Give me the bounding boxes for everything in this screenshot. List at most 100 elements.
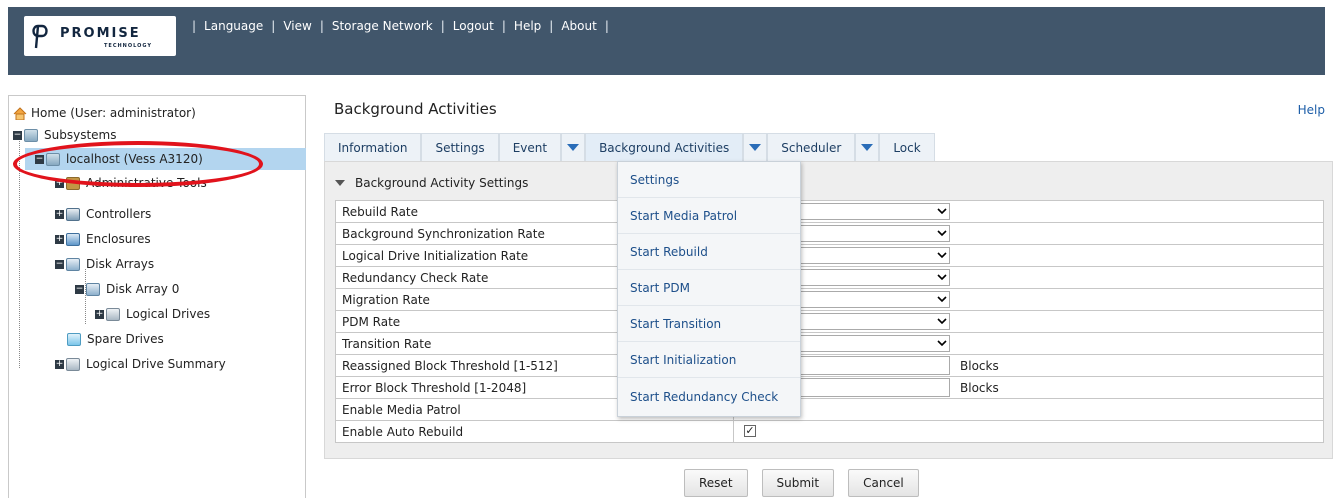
background-activities-menu: Settings Start Media Patrol Start Rebuil… — [617, 161, 801, 417]
table-row: Enable Auto Rebuild ✓ — [335, 420, 1324, 443]
menu-item-start-redundancy-check[interactable]: Start Redundancy Check — [618, 378, 800, 416]
nav-storage-network[interactable]: Storage Network — [332, 19, 433, 33]
tree-disk-arrays-label: Disk Arrays — [86, 257, 155, 271]
tree-disk-array-0[interactable]: − Disk Array 0 — [75, 278, 179, 300]
background-activities-dropdown-arrow-icon[interactable] — [743, 133, 768, 161]
subsystem-icon — [24, 128, 38, 142]
collapse-icon[interactable]: − — [13, 130, 22, 140]
menu-item-start-media-patrol[interactable]: Start Media Patrol — [618, 198, 800, 234]
settings-panel: Background Activity Settings Rebuild Rat… — [324, 161, 1333, 459]
spare-drive-icon — [67, 332, 81, 346]
collapse-triangle-icon[interactable] — [335, 180, 345, 186]
disk-array-icon — [66, 257, 80, 271]
expand-icon[interactable]: + — [55, 178, 64, 188]
expand-icon[interactable]: + — [55, 209, 64, 219]
unit-label: Blocks — [960, 359, 999, 373]
collapse-icon[interactable]: − — [55, 259, 64, 269]
tree-admin-tools[interactable]: + Administrative Tools — [55, 172, 207, 194]
tree-subsystems[interactable]: − Subsystems — [13, 124, 116, 146]
tree-controllers[interactable]: + Controllers — [55, 203, 151, 225]
nav-logout[interactable]: Logout — [453, 19, 494, 33]
promise-logo: PROMISE TECHNOLOGY — [24, 16, 176, 56]
tree-enclosures[interactable]: + Enclosures — [55, 228, 151, 250]
tree-logical-drives[interactable]: + Logical Drives — [95, 303, 210, 325]
chevron-down-icon — [937, 252, 947, 259]
main-pane: Background Activities Help Information S… — [316, 95, 1333, 498]
section-title: Background Activity Settings — [355, 176, 529, 190]
help-link[interactable]: Help — [1298, 103, 1325, 117]
chevron-down-icon — [937, 230, 947, 237]
reset-button[interactable]: Reset — [684, 469, 748, 497]
chevron-down-icon — [937, 208, 947, 215]
tree-home[interactable]: Home (User: administrator) — [13, 102, 196, 124]
tree-disk-arrays[interactable]: − Disk Arrays — [55, 253, 154, 275]
form-buttons: Reset Submit Cancel — [684, 469, 933, 497]
nav-help[interactable]: Help — [514, 19, 541, 33]
top-nav: | Language | View | Storage Network | Lo… — [192, 19, 609, 33]
logo-subtitle: TECHNOLOGY — [104, 43, 152, 49]
tab-information[interactable]: Information — [324, 133, 422, 161]
logo-name: PROMISE — [60, 26, 141, 41]
tree-logical-drive-summary[interactable]: + Logical Drive Summary — [55, 353, 226, 375]
tree-spare-drives-label: Spare Drives — [87, 332, 164, 346]
unit-label: Blocks — [960, 381, 999, 395]
menu-item-start-initialization[interactable]: Start Initialization — [618, 342, 800, 378]
menu-item-settings[interactable]: Settings — [618, 162, 800, 198]
tools-icon — [66, 176, 80, 190]
page-title: Background Activities — [334, 100, 497, 118]
tab-bar: Information Settings Event Background Ac… — [324, 133, 935, 161]
section-header[interactable]: Background Activity Settings — [335, 176, 528, 190]
table-row: Migration Rate — [335, 288, 1324, 311]
row-label: Enable Auto Rebuild — [335, 420, 734, 443]
expand-icon[interactable]: + — [95, 309, 104, 319]
subsystem-icon — [46, 152, 60, 166]
menu-item-start-pdm[interactable]: Start PDM — [618, 270, 800, 306]
expand-icon[interactable]: + — [55, 359, 64, 369]
table-row: Enable Media Patrol — [335, 398, 1324, 421]
disk-array-icon — [86, 282, 100, 296]
table-row: Error Block Threshold [1-2048] Blocks — [335, 376, 1324, 399]
tab-scheduler[interactable]: Scheduler — [767, 133, 856, 161]
tree-spare-drives[interactable]: Spare Drives — [67, 328, 164, 350]
table-row: Transition Rate — [335, 332, 1324, 355]
promise-logo-icon — [32, 24, 48, 49]
tree-controllers-label: Controllers — [86, 207, 152, 221]
nav-view[interactable]: View — [283, 19, 311, 33]
tree-localhost[interactable]: − localhost (Vess A3120) — [25, 148, 306, 170]
tree-logical-drives-label: Logical Drives — [126, 307, 211, 321]
tree-admin-tools-label: Administrative Tools — [86, 176, 207, 190]
scheduler-dropdown-arrow-icon[interactable] — [855, 133, 880, 161]
expand-icon[interactable]: + — [55, 234, 64, 244]
logical-drive-icon — [106, 307, 120, 321]
nav-about[interactable]: About — [561, 19, 596, 33]
table-row: Logical Drive Initialization Rate — [335, 244, 1324, 267]
menu-item-start-rebuild[interactable]: Start Rebuild — [618, 234, 800, 270]
tab-lock[interactable]: Lock — [879, 133, 935, 161]
logical-drive-icon — [66, 357, 80, 371]
event-dropdown-arrow-icon[interactable] — [561, 133, 586, 161]
cancel-button[interactable]: Cancel — [848, 469, 919, 497]
tree-enclosures-label: Enclosures — [86, 232, 151, 246]
tree-home-label: Home (User: administrator) — [31, 106, 196, 120]
collapse-icon[interactable]: − — [75, 284, 84, 294]
tab-background-activities[interactable]: Background Activities — [585, 133, 744, 161]
enable-auto-rebuild-checkbox[interactable]: ✓ — [744, 425, 756, 437]
tree-subsystems-label: Subsystems — [44, 128, 117, 142]
menu-item-start-transition[interactable]: Start Transition — [618, 306, 800, 342]
chevron-down-icon — [937, 274, 947, 281]
app-header: PROMISE TECHNOLOGY | Language | View | S… — [8, 7, 1325, 75]
home-icon — [13, 106, 27, 120]
collapse-icon[interactable]: − — [35, 154, 44, 164]
tree-localhost-label: localhost (Vess A3120) — [66, 152, 203, 166]
tab-event[interactable]: Event — [498, 133, 562, 161]
chevron-down-icon — [937, 340, 947, 347]
submit-button[interactable]: Submit — [761, 469, 835, 497]
chevron-down-icon — [937, 318, 947, 325]
navigation-tree: Home (User: administrator) − Subsystems … — [8, 95, 306, 498]
table-row: Reassigned Block Threshold [1-512] Block… — [335, 354, 1324, 377]
chevron-down-icon — [937, 296, 947, 303]
settings-table: Rebuild Rate Background Synchronization … — [335, 200, 1324, 443]
nav-language[interactable]: Language — [204, 19, 263, 33]
enclosure-icon — [66, 232, 80, 246]
tab-settings[interactable]: Settings — [421, 133, 499, 161]
